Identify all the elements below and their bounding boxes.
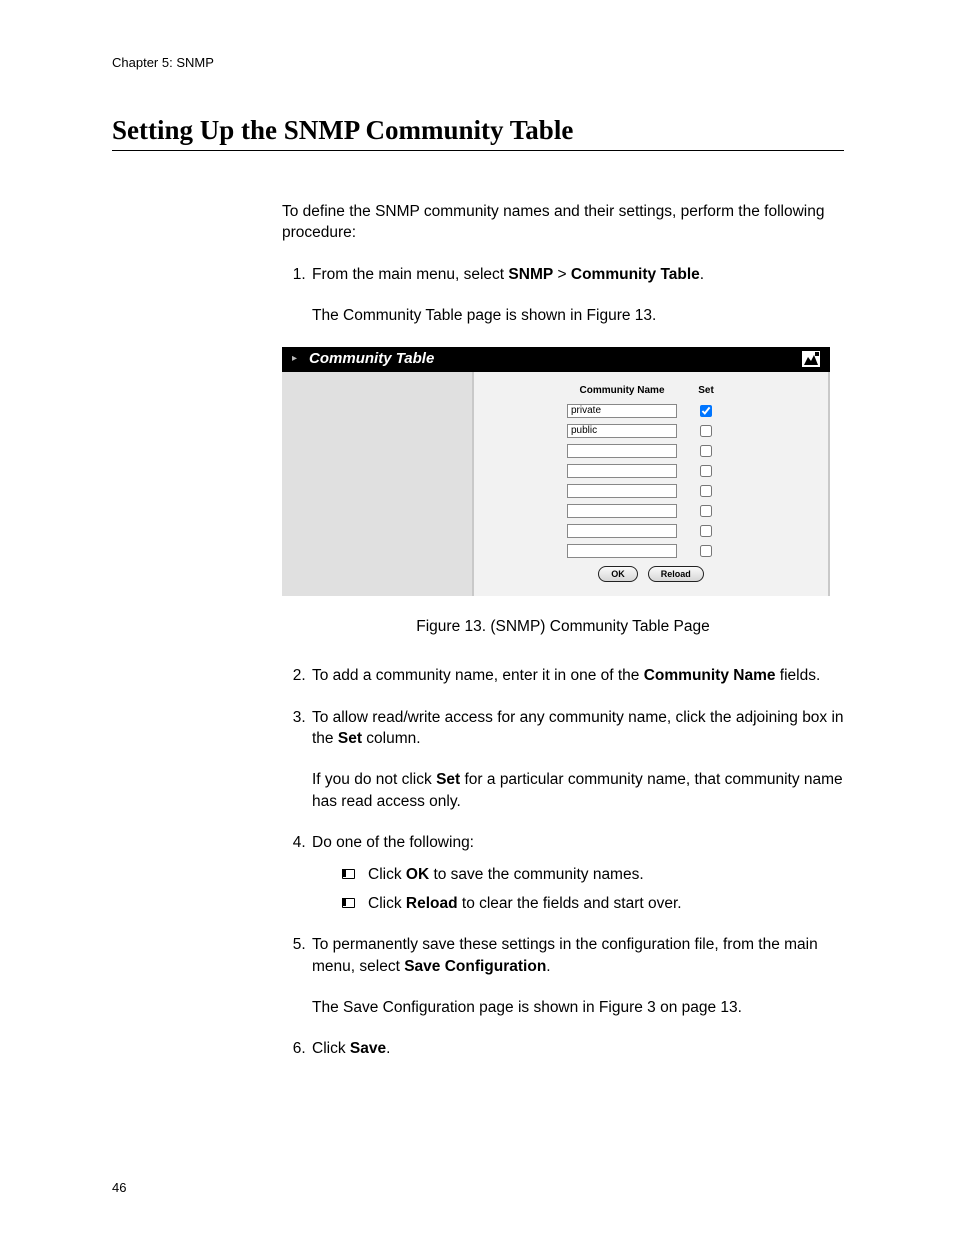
table-row bbox=[567, 482, 735, 500]
window-titlebar: ▸ Community Table bbox=[282, 347, 830, 373]
brand-logo-icon bbox=[802, 351, 820, 367]
step-3: To allow read/write access for any commu… bbox=[310, 707, 844, 813]
set-checkbox[interactable] bbox=[700, 425, 712, 437]
table-header-row: Community Name Set bbox=[567, 384, 735, 398]
section-title: Setting Up the SNMP Community Table bbox=[112, 115, 844, 151]
community-name-input[interactable] bbox=[567, 424, 677, 438]
step-4-sublist: Click OK to save the community names. Cl… bbox=[342, 864, 844, 915]
step-5: To permanently save these settings in th… bbox=[310, 934, 844, 1018]
page-number: 46 bbox=[112, 1180, 844, 1195]
intro-paragraph: To define the SNMP community names and t… bbox=[282, 201, 844, 244]
table-row bbox=[567, 442, 735, 460]
step-6: Click Save. bbox=[310, 1038, 844, 1059]
set-checkbox[interactable] bbox=[700, 525, 712, 537]
community-table-window: ▸ Community Table bbox=[282, 347, 830, 596]
step-1: From the main menu, select SNMP > Commun… bbox=[310, 264, 844, 327]
set-checkbox[interactable] bbox=[700, 545, 712, 557]
table-row bbox=[567, 542, 735, 560]
step-4: Do one of the following: Click OK to sav… bbox=[310, 832, 844, 914]
set-checkbox[interactable] bbox=[700, 465, 712, 477]
step-2: To add a community name, enter it in one… bbox=[310, 665, 844, 686]
set-checkbox[interactable] bbox=[700, 445, 712, 457]
ok-button[interactable]: OK bbox=[598, 566, 638, 582]
table-row bbox=[567, 522, 735, 540]
community-name-input[interactable] bbox=[567, 404, 677, 418]
window-title: Community Table bbox=[309, 349, 434, 370]
step-1-text: From the main menu, select SNMP > Commun… bbox=[312, 266, 704, 283]
step-4b: Click Reload to clear the fields and sta… bbox=[342, 893, 844, 914]
community-name-input[interactable] bbox=[567, 464, 677, 478]
community-name-input[interactable] bbox=[567, 504, 677, 518]
set-checkbox[interactable] bbox=[700, 505, 712, 517]
community-name-input[interactable] bbox=[567, 544, 677, 558]
titlebar-chevron-icon: ▸ bbox=[292, 352, 297, 366]
procedure-list: From the main menu, select SNMP > Commun… bbox=[282, 264, 844, 327]
window-sidebar bbox=[282, 372, 474, 596]
community-name-input[interactable] bbox=[567, 444, 677, 458]
col-header-set: Set bbox=[677, 384, 735, 398]
figure-13: ▸ Community Table bbox=[282, 347, 844, 638]
table-row bbox=[567, 462, 735, 480]
step-1-followup: The Community Table page is shown in Fig… bbox=[312, 305, 844, 326]
col-header-community-name: Community Name bbox=[567, 384, 677, 398]
step-5-followup: The Save Configuration page is shown in … bbox=[312, 997, 844, 1018]
community-name-input[interactable] bbox=[567, 484, 677, 498]
table-row bbox=[567, 502, 735, 520]
figure-caption: Figure 13. (SNMP) Community Table Page bbox=[282, 616, 844, 637]
running-header: Chapter 5: SNMP bbox=[112, 55, 844, 70]
table-row bbox=[567, 402, 735, 420]
step-3-followup: If you do not click Set for a particular… bbox=[312, 769, 844, 812]
community-name-input[interactable] bbox=[567, 524, 677, 538]
set-checkbox[interactable] bbox=[700, 405, 712, 417]
set-checkbox[interactable] bbox=[700, 485, 712, 497]
step-4a: Click OK to save the community names. bbox=[342, 864, 844, 885]
table-row bbox=[567, 422, 735, 440]
procedure-list-continued: To add a community name, enter it in one… bbox=[282, 665, 844, 1060]
reload-button[interactable]: Reload bbox=[648, 566, 704, 582]
window-content: Community Name Set OK Reload bbox=[474, 372, 830, 596]
